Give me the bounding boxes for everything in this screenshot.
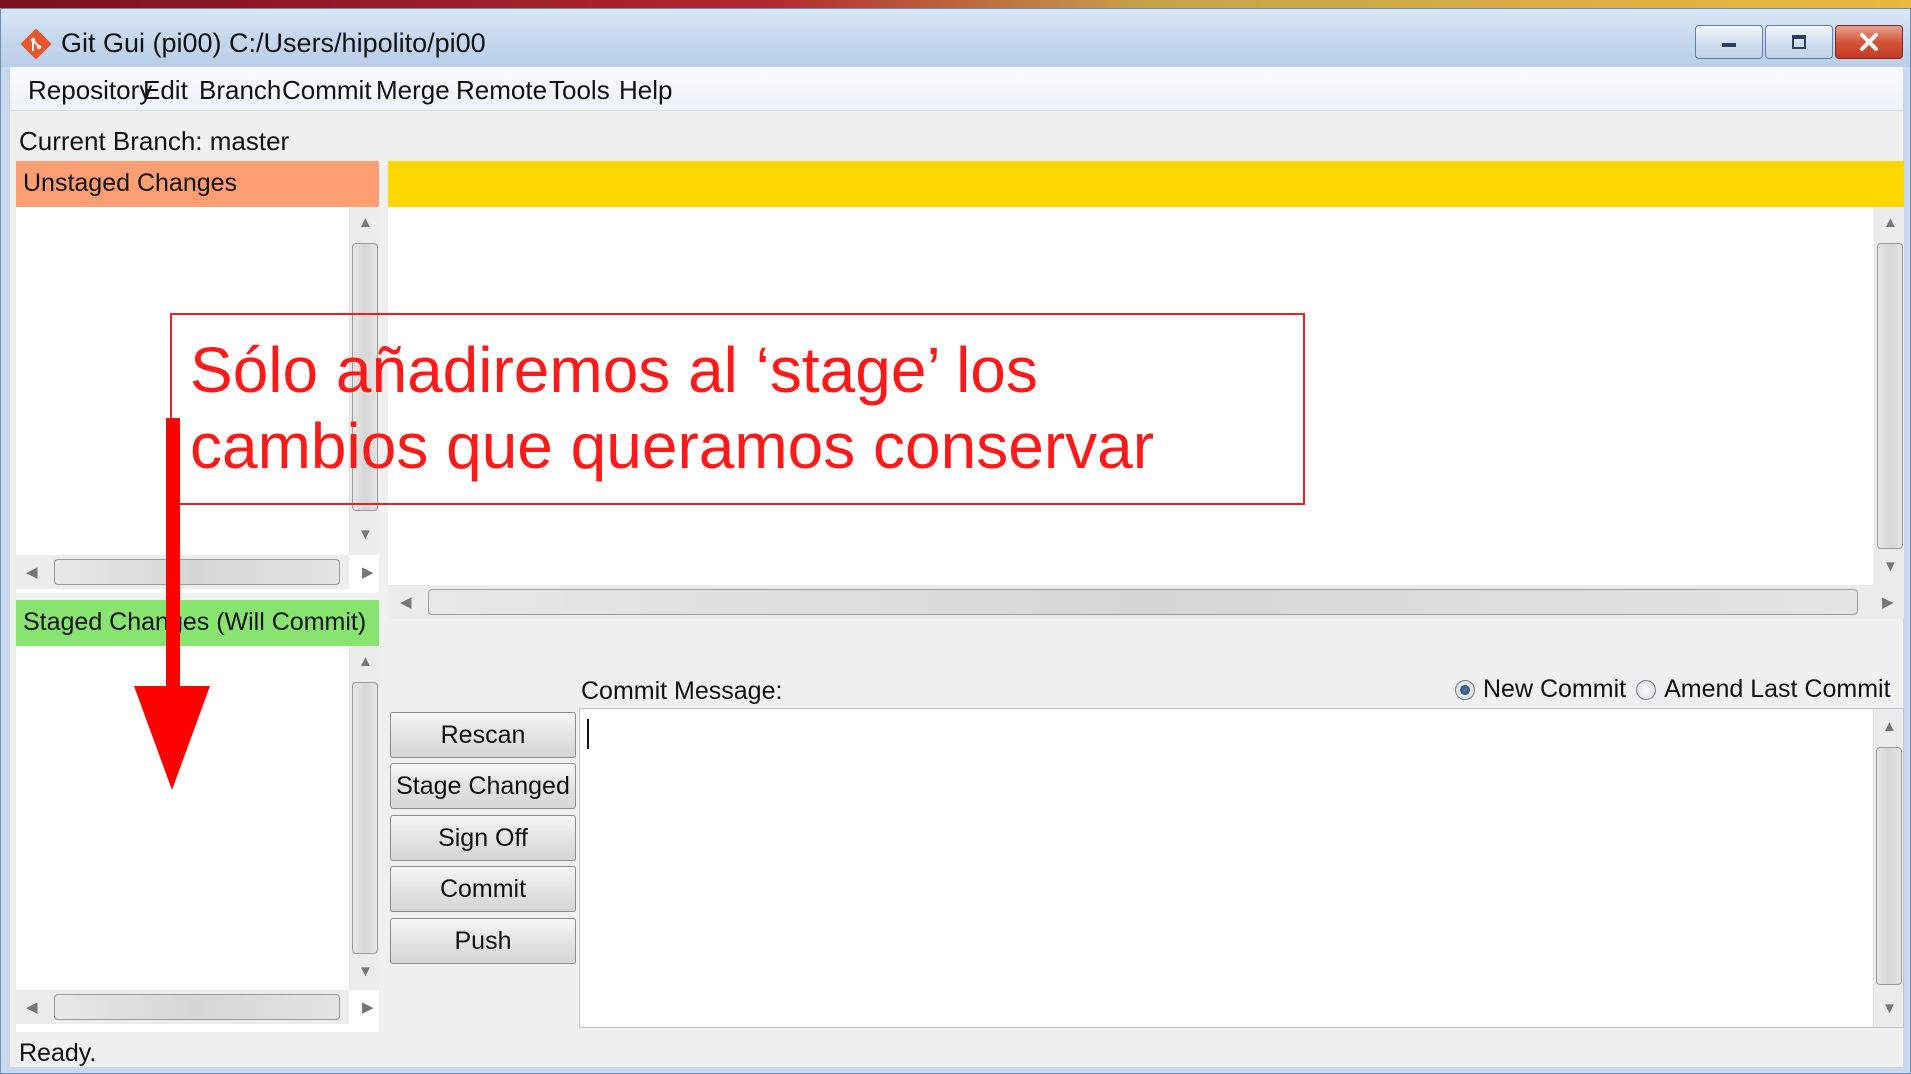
commit-message-label: Commit Message: bbox=[581, 677, 783, 705]
scroll-up-arrow-icon[interactable]: ▲ bbox=[358, 654, 373, 669]
scroll-up-arrow-icon[interactable]: ▲ bbox=[358, 215, 373, 230]
scroll-down-arrow-icon[interactable]: ▼ bbox=[358, 964, 373, 979]
minimize-icon bbox=[1722, 43, 1736, 47]
menu-remote[interactable]: Remote bbox=[456, 75, 547, 106]
annotation-line-2: cambios que queramos conservar bbox=[190, 410, 1155, 482]
new-commit-label[interactable]: New Commit bbox=[1483, 675, 1626, 704]
staged-hscroll[interactable]: ◀ bbox=[16, 990, 349, 1024]
diff-vscroll-thumb[interactable] bbox=[1877, 243, 1903, 549]
message-vscroll[interactable]: ▲ ▼ bbox=[1873, 709, 1903, 1027]
scroll-up-arrow-icon[interactable]: ▲ bbox=[1883, 215, 1898, 230]
sign-off-button[interactable]: Sign Off bbox=[390, 815, 576, 861]
text-caret bbox=[587, 719, 589, 749]
push-button[interactable]: Push bbox=[390, 918, 576, 964]
rescan-button[interactable]: Rescan bbox=[390, 712, 576, 758]
menu-branch[interactable]: Branch bbox=[199, 75, 281, 106]
diff-hscroll-thumb[interactable] bbox=[428, 589, 1858, 615]
title-bar[interactable]: Git Gui (pi00) C:/Users/hipolito/pi00 bbox=[1, 9, 1910, 67]
minimize-button[interactable] bbox=[1695, 25, 1763, 59]
staged-vscroll-thumb[interactable] bbox=[352, 682, 378, 954]
git-diamond-icon bbox=[20, 28, 52, 60]
annotation-down-arrow-icon bbox=[134, 418, 210, 790]
diff-hscroll[interactable]: ◀ ▶ bbox=[388, 585, 1904, 619]
menu-tools[interactable]: Tools bbox=[549, 75, 610, 106]
window-title: Git Gui (pi00) C:/Users/hipolito/pi00 bbox=[61, 28, 486, 58]
close-button[interactable] bbox=[1835, 25, 1903, 59]
scroll-left-arrow-icon[interactable]: ◀ bbox=[26, 1000, 38, 1015]
scroll-down-arrow-icon[interactable]: ▼ bbox=[358, 527, 373, 542]
client-area: Repository Edit Branch Commit Merge Remo… bbox=[10, 67, 1904, 1067]
maximize-button[interactable] bbox=[1765, 25, 1833, 59]
staged-vscroll[interactable]: ▲ ▼ bbox=[349, 646, 379, 990]
staged-hscroll-thumb[interactable] bbox=[54, 994, 340, 1020]
diff-header-bar bbox=[388, 161, 1904, 207]
maximize-icon bbox=[1792, 35, 1806, 49]
menu-merge[interactable]: Merge bbox=[376, 75, 450, 106]
scroll-right-arrow-icon[interactable]: ▶ bbox=[362, 565, 374, 580]
commit-message-input[interactable]: ▲ ▼ bbox=[579, 708, 1904, 1028]
annotation-line-1: Sólo añadiremos al ‘stage’ los bbox=[190, 334, 1038, 406]
commit-mode-radios: New Commit Amend Last Commit bbox=[1455, 675, 1891, 704]
status-bar-text: Ready. bbox=[19, 1039, 97, 1067]
menu-commit[interactable]: Commit bbox=[282, 75, 372, 106]
stage-changed-button[interactable]: Stage Changed bbox=[390, 763, 576, 809]
unstaged-changes-header: Unstaged Changes bbox=[16, 161, 379, 207]
scroll-left-arrow-icon[interactable]: ◀ bbox=[26, 565, 38, 580]
new-commit-radio[interactable] bbox=[1455, 679, 1475, 700]
message-vscroll-thumb[interactable] bbox=[1876, 747, 1902, 985]
scroll-right-arrow-icon[interactable]: ▶ bbox=[362, 1000, 374, 1015]
scroll-down-arrow-icon[interactable]: ▼ bbox=[1883, 559, 1898, 574]
amend-last-commit-label[interactable]: Amend Last Commit bbox=[1664, 675, 1890, 704]
scroll-right-arrow-icon[interactable]: ▶ bbox=[1882, 595, 1894, 610]
current-branch-label: Current Branch: master bbox=[19, 126, 290, 156]
commit-button[interactable]: Commit bbox=[390, 866, 576, 912]
scroll-left-arrow-icon[interactable]: ◀ bbox=[400, 595, 412, 610]
menu-bar: Repository Edit Branch Commit Merge Remo… bbox=[10, 67, 1903, 111]
scroll-up-arrow-icon[interactable]: ▲ bbox=[1882, 719, 1897, 734]
scroll-down-arrow-icon[interactable]: ▼ bbox=[1882, 1001, 1897, 1016]
menu-repository[interactable]: Repository bbox=[28, 75, 152, 106]
diff-vscroll[interactable]: ▲ ▼ bbox=[1874, 207, 1904, 585]
annotation-box: Sólo añadiremos al ‘stage’ los cambios q… bbox=[170, 313, 1305, 505]
menu-help[interactable]: Help bbox=[619, 75, 672, 106]
close-icon bbox=[1860, 33, 1878, 51]
unstaged-changes-title: Unstaged Changes bbox=[23, 169, 238, 197]
menu-edit[interactable]: Edit bbox=[143, 75, 188, 106]
amend-last-commit-radio[interactable] bbox=[1636, 679, 1657, 700]
git-gui-window: Git Gui (pi00) C:/Users/hipolito/pi00 Re… bbox=[0, 8, 1911, 1074]
